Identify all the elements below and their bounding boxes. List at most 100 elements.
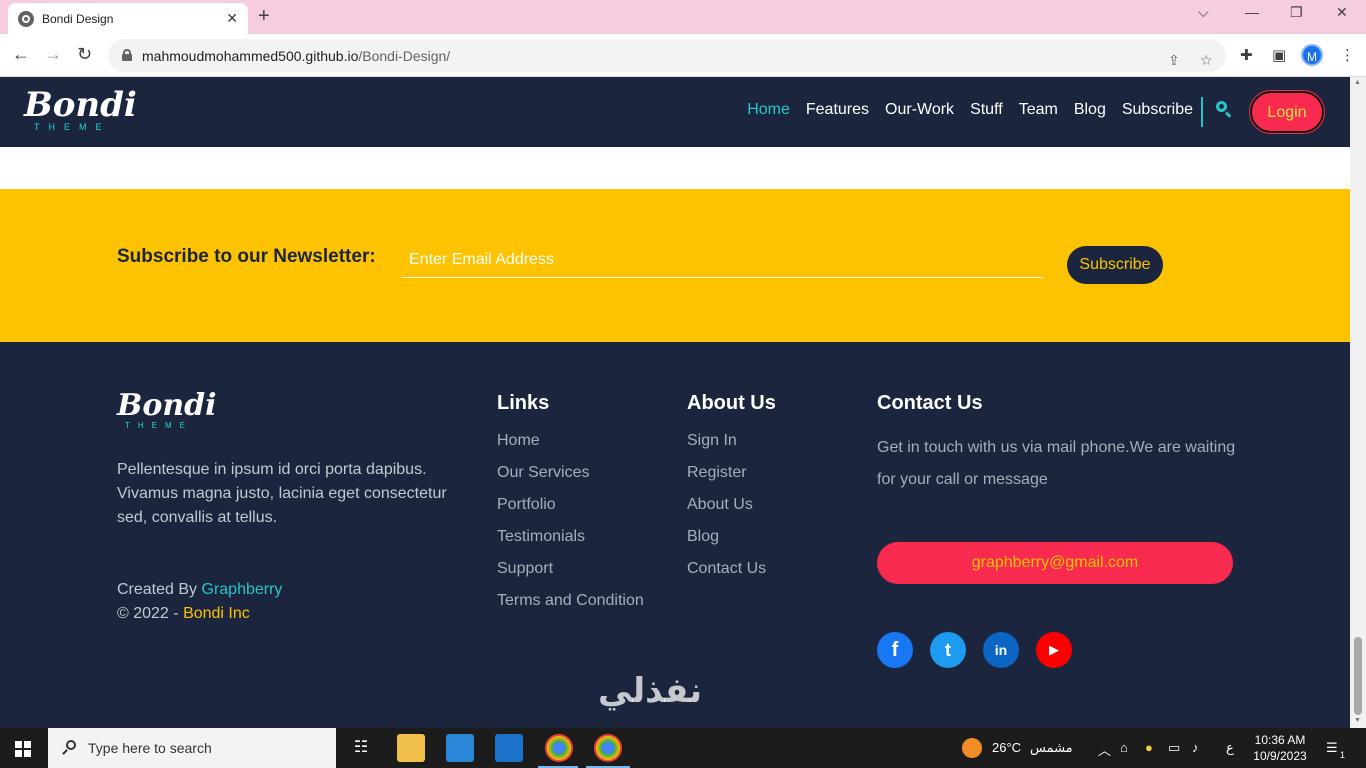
nav-blog[interactable]: Blog (1074, 101, 1106, 119)
footer-contact-column: Contact Us (877, 392, 983, 425)
taskbar-search-box[interactable]: Type here to search (48, 728, 336, 768)
newsletter-section: Subscribe to our Newsletter: Subscribe (0, 189, 1350, 342)
tab-search-chevron-icon[interactable]: ⌵ (1198, 4, 1209, 21)
login-button[interactable]: Login (1250, 91, 1324, 133)
copyright-prefix: © 2022 - (117, 605, 179, 622)
windows-start-icon[interactable] (15, 741, 31, 757)
browser-menu-icon[interactable]: ⋮ (1340, 46, 1355, 64)
footer-link-register[interactable]: Register (687, 457, 776, 489)
weather-label[interactable]: مشمس (1030, 740, 1073, 756)
site-logo[interactable]: Bondi THEME (24, 87, 137, 132)
notification-center-icon[interactable]: ☰ (1326, 740, 1338, 756)
footer-link-home[interactable]: Home (497, 425, 644, 457)
newsletter-label: Subscribe to our Newsletter: (117, 246, 376, 267)
tab-close-icon[interactable]: ✕ (226, 10, 238, 27)
taskbar-search-icon (62, 740, 76, 754)
about-heading: About Us (687, 392, 776, 414)
nav-divider (1201, 97, 1203, 127)
share-icon[interactable]: ⇪ (1168, 52, 1180, 69)
footer-links-column: Links Home Our Services Portfolio Testim… (497, 392, 644, 617)
scroll-down-arrow-icon[interactable]: ▼ (1354, 717, 1361, 724)
side-panel-icon[interactable]: ▣ (1272, 46, 1286, 64)
footer-logo[interactable]: Bondi THEME (117, 390, 217, 430)
footer-logo-text: Bondi (117, 388, 217, 423)
nav-features[interactable]: Features (806, 101, 869, 119)
created-by-link[interactable]: Graphberry (202, 581, 283, 598)
nav-our-work[interactable]: Our-Work (885, 101, 954, 119)
tray-network-icon[interactable]: ⌂ (1120, 740, 1128, 755)
nav-stuff[interactable]: Stuff (970, 101, 1003, 119)
nav-subscribe[interactable]: Subscribe (1122, 101, 1193, 119)
tray-battery-icon[interactable]: ▭ (1168, 740, 1180, 756)
windows-taskbar: Type here to search ☷ 26°C مشمس ︿ ⌂ ● ▭ … (0, 728, 1366, 768)
footer-credits: Created By Graphberry © 2022 - Bondi Inc (117, 578, 282, 626)
site-footer: Bondi THEME Pellentesque in ipsum id orc… (0, 342, 1350, 728)
footer-link-support[interactable]: Support (497, 553, 644, 585)
profile-avatar[interactable]: M (1301, 44, 1323, 66)
browser-tab-strip: Bondi Design ✕ + ⌵ — ❐ ✕ (0, 0, 1366, 34)
footer-link-contact-us[interactable]: Contact Us (687, 553, 776, 585)
contact-email-button[interactable]: graphberry@gmail.com (877, 542, 1233, 584)
extensions-puzzle-icon[interactable]: ✚ (1240, 46, 1253, 64)
tray-volume-icon[interactable]: ♪ (1192, 740, 1199, 755)
browser-toolbar: ← → ↻ mahmoudmohammed500.github.io/Bondi… (0, 34, 1366, 77)
footer-logo-subtext: THEME (125, 421, 193, 430)
footer-link-blog[interactable]: Blog (687, 521, 776, 553)
file-explorer-icon[interactable] (397, 734, 425, 762)
weather-temp[interactable]: 26°C (992, 740, 1021, 755)
contact-text: Get in touch with us via mail phone.We a… (877, 439, 1236, 488)
store-icon[interactable] (446, 734, 474, 762)
forward-arrow-icon[interactable]: → (44, 44, 62, 65)
tray-chevron-icon[interactable]: ︿ (1098, 740, 1111, 759)
taskbar-clock[interactable]: 10:36 AM 10/9/2023 (1252, 732, 1308, 764)
footer-link-terms[interactable]: Terms and Condition (497, 585, 644, 617)
address-bar[interactable]: mahmoudmohammed500.github.io/Bondi-Desig… (108, 39, 1226, 72)
nav-home[interactable]: Home (747, 101, 790, 119)
footer-link-our-services[interactable]: Our Services (497, 457, 644, 489)
taskbar-search-placeholder: Type here to search (88, 740, 212, 756)
linkedin-icon[interactable]: in (983, 632, 1019, 668)
created-by-prefix: Created By (117, 581, 198, 598)
url-path: /Bondi-Design/ (358, 47, 451, 64)
bookmark-star-icon[interactable]: ☆ (1200, 52, 1213, 69)
watermark-logo: نفذلي (598, 672, 703, 710)
scroll-up-arrow-icon[interactable]: ▲ (1354, 79, 1361, 86)
main-nav: Home Features Our-Work Stuff Team Blog S… (747, 101, 1193, 119)
site-header: Bondi THEME Home Features Our-Work Stuff… (0, 77, 1350, 147)
notification-count: 1 (1340, 750, 1346, 760)
tab-title: Bondi Design (42, 11, 114, 26)
window-minimize-icon[interactable]: — (1245, 4, 1259, 20)
newsletter-subscribe-button[interactable]: Subscribe (1067, 246, 1163, 284)
footer-link-about-us[interactable]: About Us (687, 489, 776, 521)
copyright-link[interactable]: Bondi Inc (183, 605, 250, 622)
twitter-icon[interactable]: t (930, 632, 966, 668)
tray-language[interactable]: ع (1226, 740, 1234, 756)
facebook-icon[interactable]: f (877, 632, 913, 668)
page-scrollbar[interactable]: ▲ ▼ (1350, 77, 1366, 728)
mail-icon[interactable] (495, 734, 523, 762)
reload-icon[interactable]: ↻ (77, 44, 92, 65)
footer-link-testimonials[interactable]: Testimonials (497, 521, 644, 553)
browser-tab[interactable]: Bondi Design ✕ (8, 3, 248, 34)
chrome-profile-icon[interactable] (594, 734, 622, 762)
url-host: mahmoudmohammed500.github.io (142, 47, 359, 64)
weather-sun-icon[interactable] (962, 738, 982, 758)
tray-app-icon[interactable]: ● (1145, 740, 1153, 755)
task-view-icon[interactable]: ☷ (347, 734, 375, 762)
tab-favicon-icon (18, 10, 34, 27)
search-icon[interactable] (1216, 101, 1232, 117)
chrome-icon[interactable] (545, 734, 573, 762)
back-arrow-icon[interactable]: ← (12, 44, 30, 65)
footer-description: Pellentesque in ipsum id orci porta dapi… (117, 461, 447, 526)
nav-team[interactable]: Team (1019, 101, 1058, 119)
clock-date: 10/9/2023 (1253, 749, 1307, 763)
links-heading: Links (497, 392, 550, 414)
window-close-icon[interactable]: ✕ (1336, 4, 1348, 21)
new-tab-plus-icon[interactable]: + (258, 5, 270, 28)
window-restore-icon[interactable]: ❐ (1290, 4, 1303, 21)
newsletter-email-input[interactable] (402, 242, 1043, 278)
youtube-icon[interactable]: ▶ (1036, 632, 1072, 668)
scrollbar-thumb[interactable] (1354, 637, 1362, 715)
footer-link-sign-in[interactable]: Sign In (687, 425, 776, 457)
footer-link-portfolio[interactable]: Portfolio (497, 489, 644, 521)
